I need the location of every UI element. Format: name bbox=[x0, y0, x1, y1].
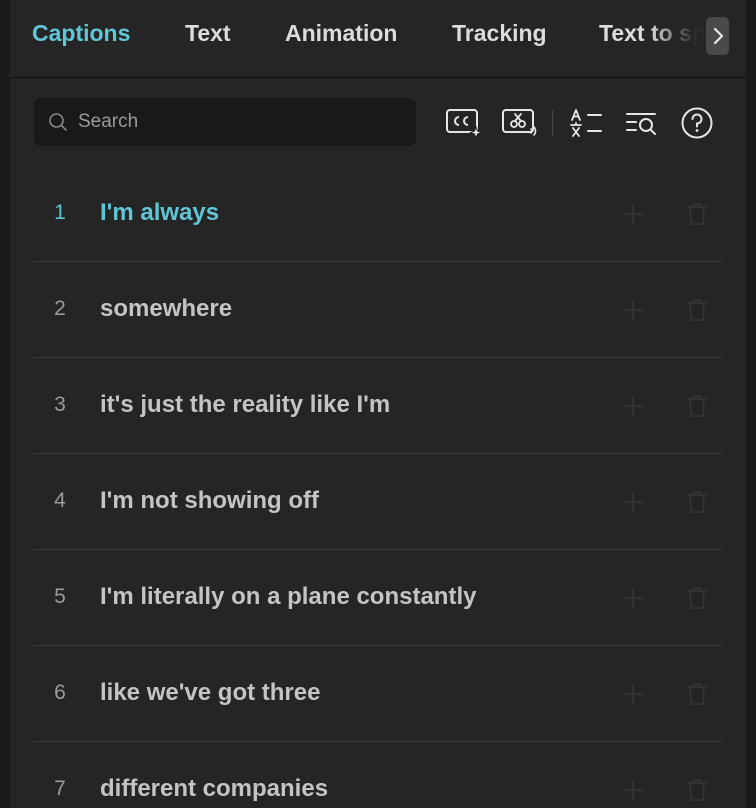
add-caption-button[interactable] bbox=[621, 490, 645, 514]
caption-row[interactable]: 2 somewhere bbox=[34, 262, 722, 358]
plus-icon bbox=[622, 491, 644, 513]
search-box bbox=[34, 98, 416, 146]
audio-to-text-icon bbox=[502, 109, 537, 136]
tab-scroll-right-button[interactable] bbox=[706, 17, 729, 55]
add-caption-button[interactable] bbox=[621, 394, 645, 418]
toolbar-divider bbox=[552, 110, 553, 136]
delete-caption-button[interactable] bbox=[685, 394, 709, 418]
translate-icon bbox=[570, 109, 602, 137]
trash-icon bbox=[688, 779, 706, 801]
find-replace-button[interactable] bbox=[622, 104, 662, 142]
delete-caption-button[interactable] bbox=[685, 778, 709, 802]
trash-icon bbox=[688, 395, 706, 417]
caption-row[interactable]: 6 like we've got three bbox=[34, 646, 722, 742]
tab-tracking[interactable]: Tracking bbox=[452, 20, 547, 47]
audio-to-text-button[interactable] bbox=[500, 104, 540, 142]
caption-text[interactable]: I'm not showing off bbox=[100, 487, 319, 515]
auto-captions-icon bbox=[446, 109, 483, 139]
caption-index: 6 bbox=[54, 681, 66, 704]
caption-index: 3 bbox=[54, 393, 66, 416]
caption-text[interactable]: somewhere bbox=[100, 295, 232, 323]
delete-caption-button[interactable] bbox=[685, 490, 709, 514]
trash-icon bbox=[688, 203, 706, 225]
plus-icon bbox=[622, 299, 644, 321]
caption-index: 5 bbox=[54, 585, 66, 608]
caption-row[interactable]: 5 I'm literally on a plane constantly bbox=[34, 550, 722, 646]
caption-text[interactable]: I'm always bbox=[100, 199, 219, 227]
caption-row[interactable]: 7 different companies bbox=[34, 742, 722, 808]
caption-index: 1 bbox=[54, 201, 66, 224]
tab-overflow-fade bbox=[650, 0, 746, 76]
caption-text[interactable]: I'm literally on a plane constantly bbox=[100, 583, 476, 611]
trash-icon bbox=[688, 587, 706, 609]
help-icon bbox=[681, 107, 713, 139]
add-caption-button[interactable] bbox=[621, 586, 645, 610]
caption-text[interactable]: like we've got three bbox=[100, 679, 320, 707]
tab-text[interactable]: Text bbox=[185, 20, 231, 47]
help-button[interactable] bbox=[677, 104, 717, 142]
delete-caption-button[interactable] bbox=[685, 682, 709, 706]
tab-animation[interactable]: Animation bbox=[285, 20, 397, 47]
search-input[interactable] bbox=[76, 110, 400, 134]
delete-caption-button[interactable] bbox=[685, 298, 709, 322]
delete-caption-button[interactable] bbox=[685, 586, 709, 610]
plus-icon bbox=[622, 203, 644, 225]
translate-button[interactable] bbox=[566, 104, 606, 142]
caption-text[interactable]: different companies bbox=[100, 775, 328, 803]
tab-captions[interactable]: Captions bbox=[32, 20, 130, 47]
caption-index: 7 bbox=[54, 777, 66, 800]
trash-icon bbox=[688, 491, 706, 513]
add-caption-button[interactable] bbox=[621, 298, 645, 322]
trash-icon bbox=[688, 683, 706, 705]
plus-icon bbox=[622, 395, 644, 417]
caption-index: 4 bbox=[54, 489, 66, 512]
plus-icon bbox=[622, 779, 644, 801]
caption-row[interactable]: 1 I'm always bbox=[34, 166, 722, 262]
find-replace-icon bbox=[626, 113, 656, 135]
captions-panel: Captions Text Animation Tracking Text to… bbox=[10, 0, 746, 808]
add-caption-button[interactable] bbox=[621, 778, 645, 802]
caption-list: 1 I'm always 2 somewhere 3 it's just the… bbox=[34, 166, 722, 808]
tab-bar: Captions Text Animation Tracking Text to… bbox=[10, 0, 746, 78]
search-icon bbox=[49, 113, 67, 131]
caption-row[interactable]: 4 I'm not showing off bbox=[34, 454, 722, 550]
auto-captions-button[interactable] bbox=[444, 104, 484, 142]
add-caption-button[interactable] bbox=[621, 682, 645, 706]
plus-icon bbox=[622, 683, 644, 705]
delete-caption-button[interactable] bbox=[685, 202, 709, 226]
caption-text[interactable]: it's just the reality like I'm bbox=[100, 391, 390, 419]
plus-icon bbox=[622, 587, 644, 609]
chevron-right-icon bbox=[713, 27, 723, 45]
caption-row[interactable]: 3 it's just the reality like I'm bbox=[34, 358, 722, 454]
add-caption-button[interactable] bbox=[621, 202, 645, 226]
trash-icon bbox=[688, 299, 706, 321]
caption-index: 2 bbox=[54, 297, 66, 320]
